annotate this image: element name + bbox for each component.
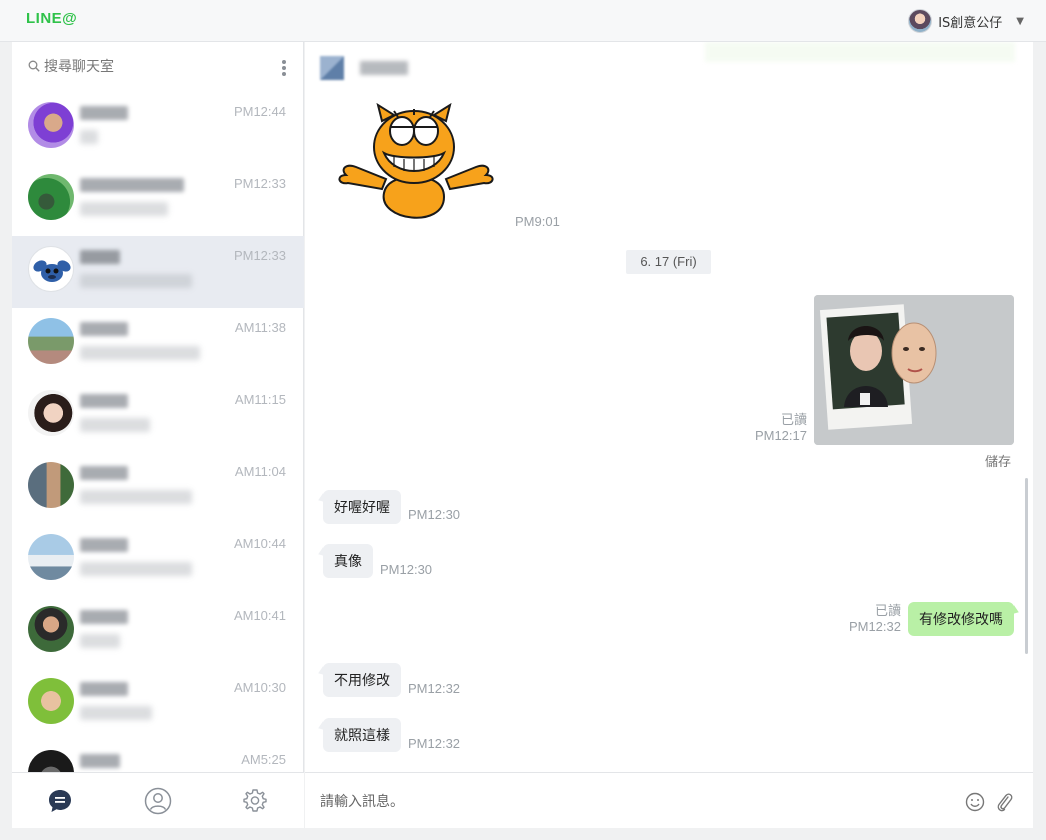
message-preview-blurred	[80, 562, 192, 576]
message-preview-blurred	[80, 634, 120, 648]
date-divider: 6. 17 (Fri)	[626, 250, 711, 274]
chat-list-item[interactable]: PM12:33	[12, 164, 304, 236]
message-input[interactable]	[320, 791, 920, 813]
chat-time: AM11:38	[234, 320, 286, 335]
incoming-message-bubble[interactable]: 不用修改	[323, 663, 401, 697]
chat-time: AM5:25	[241, 752, 286, 767]
sender-avatar-blurred	[320, 56, 344, 80]
contact-name-blurred	[80, 394, 128, 408]
chat-list-item[interactable]: PM12:44	[12, 92, 304, 164]
chat-list-item[interactable]: AM11:38	[12, 308, 304, 380]
chat-list-item[interactable]: AM10:41	[12, 596, 304, 668]
contact-name-blurred	[80, 178, 184, 192]
contact-avatar	[28, 534, 74, 580]
top-bar: LINE@ IS創意公仔 ▼	[0, 0, 1046, 42]
message-composer	[305, 772, 1033, 828]
gear-icon	[243, 789, 267, 812]
contact-avatar	[28, 246, 74, 292]
chat-list-item[interactable]: AM11:15	[12, 380, 304, 452]
chat-list-item[interactable]: AM11:04	[12, 452, 304, 524]
contact-avatar	[28, 462, 74, 508]
line-at-app: LINE@ IS創意公仔 ▼ PM12:44	[0, 0, 1046, 840]
message-time: PM12:30	[380, 562, 433, 577]
friends-nav-button[interactable]	[144, 787, 172, 815]
chat-search	[12, 42, 304, 92]
outgoing-message-bubble[interactable]: 有修改修改嗎	[908, 602, 1014, 636]
contact-name-blurred	[80, 106, 128, 120]
chat-time: AM10:44	[233, 536, 286, 551]
contact-name-blurred	[80, 466, 128, 480]
search-input[interactable]	[44, 56, 264, 78]
chat-time: AM10:30	[233, 680, 286, 695]
contact-avatar	[28, 606, 74, 652]
incoming-message-bubble[interactable]: 真像	[323, 544, 373, 578]
read-receipt: 已讀	[780, 412, 807, 427]
chats-nav-button[interactable]	[46, 787, 74, 815]
message-preview-blurred	[80, 274, 192, 288]
photo-time: PM12:17	[754, 428, 807, 443]
smiley-icon[interactable]	[965, 792, 985, 812]
contact-avatar	[28, 750, 74, 772]
chat-time: AM11:04	[234, 464, 286, 479]
more-options-icon[interactable]	[278, 58, 290, 78]
message-time: PM12:32	[408, 736, 461, 751]
previous-message-faded	[705, 42, 1015, 62]
person-icon	[144, 787, 172, 815]
chat-time: PM12:33	[233, 248, 286, 263]
incoming-message-bubble[interactable]: 就照這樣	[323, 718, 401, 752]
chat-time: PM12:44	[233, 104, 286, 119]
contact-name-blurred	[80, 538, 128, 552]
chat-list-item-active[interactable]: PM12:33	[12, 236, 304, 308]
contact-name-blurred	[80, 682, 128, 696]
read-receipt: 已讀	[874, 603, 901, 618]
contact-avatar	[28, 102, 74, 148]
message-preview-blurred	[80, 202, 168, 216]
chat-sidebar: PM12:44 PM12:33	[12, 42, 304, 828]
message-list: PM9:01 6. 17 (Fri) 已讀 PM12:17 儲存 好喔好喔 PM…	[305, 42, 1033, 772]
garfield-sticker[interactable]	[334, 97, 498, 225]
message-time: PM12:30	[408, 507, 461, 522]
contact-avatar	[28, 390, 74, 436]
message-time: PM12:32	[408, 681, 461, 696]
contact-name-blurred	[80, 250, 120, 264]
shared-photo[interactable]	[814, 295, 1014, 445]
chat-time: AM10:41	[233, 608, 286, 623]
chat-list-item[interactable]: AM10:44	[12, 524, 304, 596]
save-photo-link[interactable]: 儲存	[985, 451, 1011, 470]
sender-name-blurred	[360, 61, 408, 75]
contact-name-blurred	[80, 610, 128, 624]
contact-avatar	[28, 318, 74, 364]
line-at-logo[interactable]: LINE@	[26, 10, 77, 27]
incoming-message-bubble[interactable]: 好喔好喔	[323, 490, 401, 524]
chat-bubble-icon	[49, 790, 71, 812]
chat-list-item[interactable]: AM5:25	[12, 740, 304, 772]
message-preview-blurred	[80, 418, 150, 432]
chat-time: PM12:33	[233, 176, 286, 191]
photo-content	[814, 295, 1014, 445]
chat-list-item[interactable]: AM10:30	[12, 668, 304, 740]
chat-time: AM11:15	[234, 392, 286, 407]
sidebar-nav	[12, 772, 304, 828]
sticker-time: PM9:01	[515, 214, 560, 229]
contact-name-blurred	[80, 322, 128, 336]
account-menu[interactable]: IS創意公仔 ▼	[908, 6, 1024, 36]
settings-nav-button[interactable]	[241, 787, 269, 815]
contact-avatar	[28, 174, 74, 220]
message-preview-blurred	[80, 706, 152, 720]
paperclip-icon[interactable]	[996, 791, 1014, 813]
conversation-panel: PM9:01 6. 17 (Fri) 已讀 PM12:17 儲存 好喔好喔 PM…	[305, 42, 1033, 828]
chat-list: PM12:44 PM12:33 PM12:33 AM11:38 AM11:15 …	[12, 92, 304, 772]
contact-name-blurred	[80, 754, 120, 768]
contact-avatar	[28, 678, 74, 724]
search-icon	[28, 60, 40, 72]
caret-down-icon: ▼	[1016, 15, 1024, 27]
message-preview-blurred	[80, 346, 200, 360]
message-scrollbar[interactable]	[1025, 478, 1028, 654]
message-preview-blurred	[80, 490, 192, 504]
account-avatar	[908, 9, 933, 33]
message-time: PM12:32	[848, 619, 901, 634]
account-name: IS創意公仔	[938, 15, 1003, 31]
message-preview-blurred	[80, 130, 98, 144]
